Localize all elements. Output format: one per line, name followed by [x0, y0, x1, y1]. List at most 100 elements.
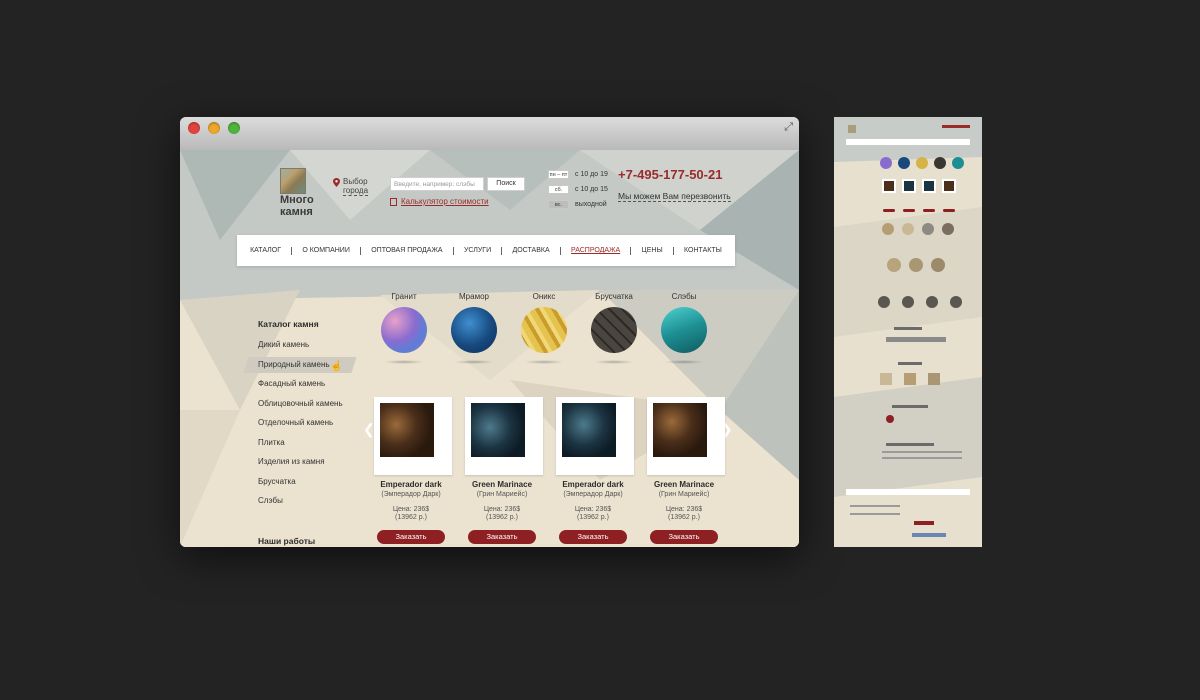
- full-page-preview: [834, 117, 982, 547]
- hours-time: с 10 до 15: [575, 186, 608, 193]
- category-label: Мрамор: [459, 292, 489, 301]
- product-card: Emperador dark (Эмперадор Дарк) Цена: 23…: [374, 397, 452, 544]
- product-image[interactable]: [556, 397, 634, 475]
- preview-thumbnail: [834, 117, 982, 547]
- marble-texture: [380, 403, 434, 457]
- catalog-item-label: Слэбы: [258, 496, 283, 505]
- hours-row: сб. с 10 до 15: [548, 182, 608, 197]
- category-granite[interactable]: Гранит: [374, 292, 434, 364]
- product-subtitle: (Эмперадор Дарк): [563, 491, 623, 498]
- city-selector[interactable]: Выбор города: [333, 177, 369, 196]
- nav-item-about[interactable]: О КОМПАНИИ: [302, 247, 349, 254]
- zoom-window-button[interactable]: [228, 122, 240, 134]
- nav-item-services[interactable]: УСЛУГИ: [464, 247, 491, 254]
- nav-item-wholesale[interactable]: ОПТОВАЯ ПРОДАЖА: [371, 247, 442, 254]
- product-price-rub: (13962 р.): [486, 514, 518, 521]
- catalog-item-label: Изделия из камня: [258, 457, 325, 466]
- catalog-item-label: Плитка: [258, 437, 285, 447]
- product-price-rub: (13962 р.): [395, 514, 427, 521]
- product-card: Green Marinace (Грин Мариейс) Цена: 236$…: [647, 397, 725, 544]
- product-image[interactable]: [465, 397, 543, 475]
- catalog-item-label: Отделочный камень: [258, 418, 334, 427]
- marble-texture: [562, 403, 616, 457]
- hours-row: вс. выходной: [548, 197, 608, 212]
- marble-texture: [471, 403, 525, 457]
- catalog-item-tiles[interactable]: Плитка: [258, 433, 358, 453]
- product-card: Emperador dark (Эмперадор Дарк) Цена: 23…: [556, 397, 634, 544]
- window-titlebar: ⤢: [180, 117, 799, 151]
- category-label: Слэбы: [671, 292, 697, 301]
- main-nav: КАТАЛОГ О КОМПАНИИ ОПТОВАЯ ПРОДАЖА УСЛУГ…: [237, 235, 735, 266]
- nav-item-sale[interactable]: РАСПРОДАЖА: [571, 247, 620, 254]
- slabs-swatch-icon: [661, 307, 707, 353]
- logo-text-line2: камня: [280, 206, 313, 218]
- close-window-button[interactable]: [188, 122, 200, 134]
- site-logo[interactable]: Много камня: [280, 168, 330, 218]
- catalog-item-slabs[interactable]: Слэбы: [258, 491, 358, 511]
- nav-divider: [672, 246, 674, 255]
- product-subtitle: (Эмперадор Дарк): [381, 491, 441, 498]
- phone-number[interactable]: +7-495-177-50-21: [618, 167, 722, 182]
- catalog-item-label: Дикий камень: [258, 340, 310, 349]
- catalog-item-facing-stone[interactable]: Облицовочный камень: [258, 394, 358, 414]
- catalog-item-label: Природный камень: [258, 359, 330, 369]
- category-slabs[interactable]: Слэбы: [654, 292, 714, 364]
- city-label-line1: Выбор: [343, 177, 368, 186]
- product-subtitle: (Грин Мариейс): [476, 491, 528, 498]
- hours-day: пн – пт: [548, 170, 569, 179]
- swatch-shadow: [454, 360, 494, 364]
- calculator-link[interactable]: Калькулятор стоимости: [390, 197, 489, 206]
- catalog-item-wild-stone[interactable]: Дикий камень: [258, 335, 358, 355]
- catalog-title: Каталог камня: [258, 319, 319, 329]
- category-label: Брусчатка: [595, 292, 633, 301]
- nav-item-prices[interactable]: ЦЕНЫ: [642, 247, 663, 254]
- order-button[interactable]: Заказать: [559, 530, 627, 544]
- category-paving[interactable]: Брусчатка: [584, 292, 644, 364]
- calculator-label: Калькулятор стоимости: [401, 197, 489, 206]
- nav-divider: [360, 246, 362, 255]
- granite-swatch-icon: [381, 307, 427, 353]
- catalog-item-label: Брусчатка: [258, 476, 296, 486]
- product-name: Green Marinace: [471, 480, 533, 489]
- catalog-item-finishing-stone[interactable]: Отделочный камень: [258, 413, 358, 433]
- category-onyx[interactable]: Оникс: [514, 292, 574, 364]
- order-button[interactable]: Заказать: [468, 530, 536, 544]
- catalog-item-label: Фасадный камень: [258, 379, 326, 388]
- nav-divider: [559, 246, 561, 255]
- hand-cursor-icon: ☝: [330, 361, 343, 372]
- swatch-shadow: [524, 360, 564, 364]
- product-image[interactable]: [647, 397, 725, 475]
- nav-item-contacts[interactable]: КОНТАКТЫ: [684, 247, 722, 254]
- catalog-item-label: Облицовочный камень: [258, 398, 343, 408]
- product-price: Цена: 236$: [392, 506, 430, 513]
- product-price-rub: (13962 р.): [668, 514, 700, 521]
- category-marble[interactable]: Мрамор: [444, 292, 504, 364]
- order-button[interactable]: Заказать: [650, 530, 718, 544]
- product-image[interactable]: [374, 397, 452, 475]
- product-name: Emperador dark: [380, 480, 442, 489]
- product-price: Цена: 236$: [665, 506, 703, 513]
- marble-texture: [653, 403, 707, 457]
- swatch-shadow: [384, 360, 424, 364]
- nav-divider: [501, 246, 503, 255]
- fullscreen-icon[interactable]: ⤢: [784, 121, 793, 134]
- nav-divider: [630, 246, 632, 255]
- carousel-prev-arrow-icon[interactable]: ❮: [363, 421, 375, 438]
- hours-day: вс.: [548, 200, 569, 209]
- product-name: Emperador dark: [562, 480, 624, 489]
- category-label: Гранит: [391, 292, 417, 301]
- order-button[interactable]: Заказать: [377, 530, 445, 544]
- minimize-window-button[interactable]: [208, 122, 220, 134]
- catalog-item-natural-stone[interactable]: Природный камень: [258, 355, 358, 375]
- nav-item-delivery[interactable]: ДОСТАВКА: [513, 247, 550, 254]
- nav-item-catalog[interactable]: КАТАЛОГ: [250, 247, 281, 254]
- catalog-item-paving[interactable]: Брусчатка: [258, 472, 358, 492]
- callback-link[interactable]: Мы можем Вам перезвонить: [618, 191, 731, 202]
- nav-divider: [452, 246, 454, 255]
- catalog-item-facade-stone[interactable]: Фасадный камень: [258, 374, 358, 394]
- product-subtitle: (Грин Мариейс): [658, 491, 710, 498]
- search-input[interactable]: Введите, например: слэбы: [390, 177, 484, 191]
- hours-day: сб.: [548, 185, 569, 194]
- catalog-item-stone-products[interactable]: Изделия из камня: [258, 452, 358, 472]
- search-button[interactable]: Поиск: [487, 177, 525, 191]
